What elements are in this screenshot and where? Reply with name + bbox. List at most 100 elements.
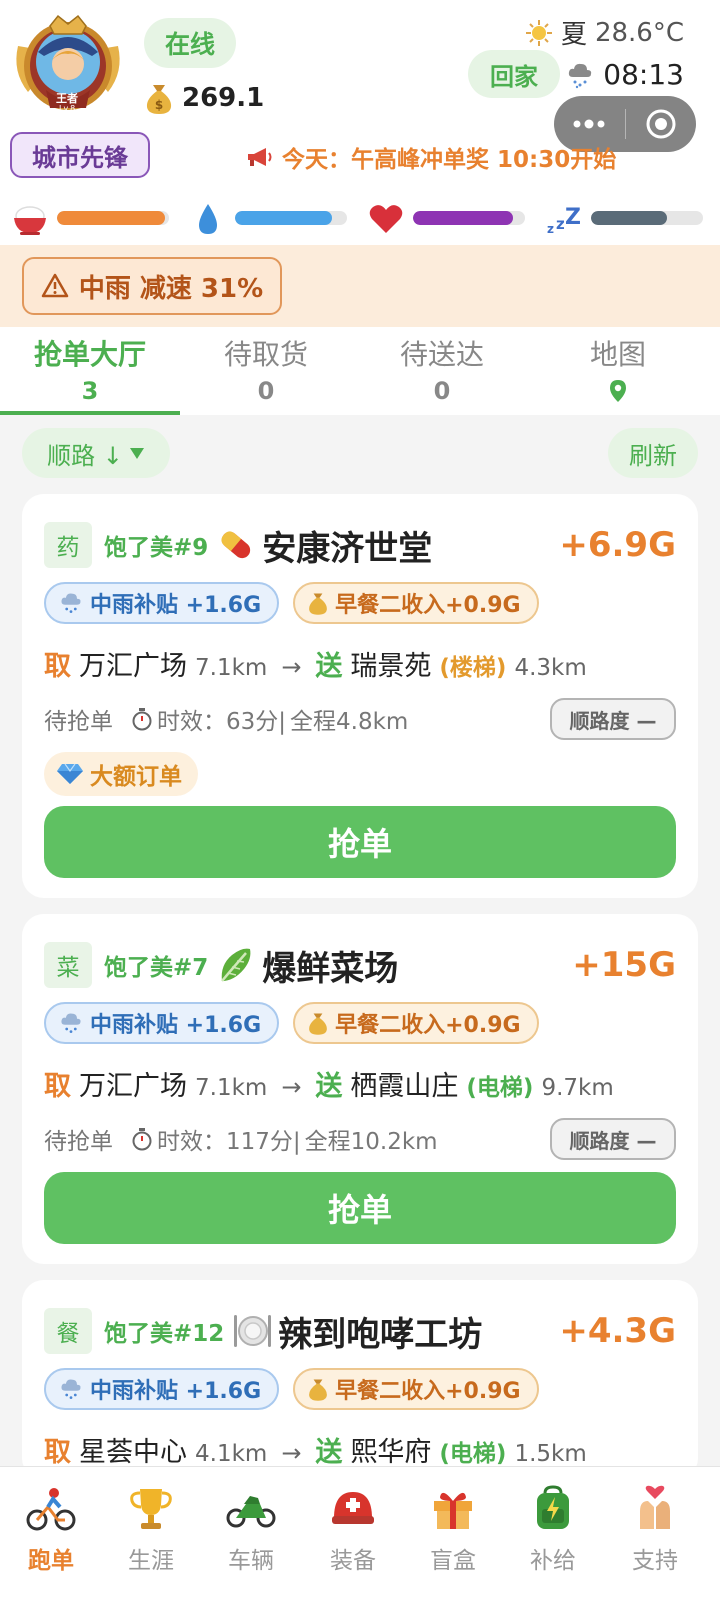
grab-order-button[interactable]: 抢单: [44, 806, 676, 878]
order-header: 菜 饱了美#7 爆鲜菜场 +15G: [44, 940, 676, 990]
megaphone-icon: [248, 148, 272, 166]
route-arrow: →: [281, 653, 302, 681]
total-distance: 全程10.2km: [304, 1129, 438, 1155]
nav-blind-box[interactable]: 盲盒: [402, 1477, 504, 1595]
tab-pending-pickup[interactable]: 待取货 0: [176, 327, 356, 415]
order-card: 药 饱了美#9 安康济世堂 +6.9G 中雨补贴 +1.6G 早餐二收入+0.9…: [22, 494, 698, 898]
announcement-text: 今天：午高峰冲单奖 10:30开始: [282, 147, 617, 173]
nav-label: 补给: [530, 1548, 576, 1574]
order-status: 待抢单: [44, 1129, 113, 1155]
store-name: 爆鲜菜场: [262, 948, 399, 989]
backpack-icon: [528, 1483, 578, 1533]
tab-count: 0: [257, 377, 275, 405]
water-bar: [235, 211, 347, 225]
water-bar-fill: [235, 211, 333, 225]
tab-label: 待取货: [223, 338, 308, 371]
tab-pending-delivery[interactable]: 待送达 0: [352, 327, 532, 415]
rain-cloud-icon: [61, 593, 81, 613]
tab-label: 抢单大厅: [33, 338, 146, 371]
header: 王者 Lv.8 在线 $ 269.1 城市先锋 夏 28.6°C 回家 08:1…: [0, 0, 720, 245]
order-card: 餐 饱了美#12 辣到咆哮工坊 +4.3G 中雨补贴 +1.6G 早餐二收入+0…: [22, 1280, 698, 1480]
nav-label: 车辆: [228, 1548, 274, 1574]
pickup-distance: 7.1km: [195, 655, 268, 681]
rain-cloud-icon: [61, 1013, 81, 1033]
more-dots-icon: [573, 119, 605, 129]
heart-hands-icon: [630, 1483, 680, 1533]
tab-grab-hall[interactable]: 抢单大厅 3: [0, 327, 180, 415]
deliver-location: 栖霞山庄: [350, 1071, 459, 1102]
stopwatch-icon: [132, 708, 152, 731]
go-home-button[interactable]: 回家: [468, 50, 560, 98]
route-degree-badge[interactable]: 顺路度 —: [550, 1118, 676, 1160]
deliver-distance: 1.5km: [514, 1441, 587, 1467]
svg-text:z: z: [556, 215, 565, 233]
svg-text:z: z: [547, 222, 554, 236]
order-card: 菜 饱了美#7 爆鲜菜场 +15G 中雨补贴 +1.6G 早餐二收入+0.9G: [22, 914, 698, 1264]
tab-label: 待送达: [399, 338, 484, 371]
online-status-pill[interactable]: 在线: [144, 18, 236, 68]
coin-amount: 269.1: [182, 83, 265, 113]
nav-label: 装备: [330, 1548, 376, 1574]
total-distance: 全程4.8km: [290, 709, 409, 735]
route-degree-badge[interactable]: 顺路度 —: [550, 698, 676, 740]
sleep-stat: z z Z: [546, 196, 582, 242]
category-tag: 药: [44, 522, 92, 568]
nav-label: 支持: [632, 1548, 678, 1574]
category-tag: 餐: [44, 1308, 92, 1354]
pickup-label: 取: [44, 651, 71, 682]
nav-vehicle[interactable]: 车辆: [200, 1477, 302, 1595]
nav-label: 生涯: [128, 1548, 174, 1574]
rank-badge[interactable]: 城市先锋: [10, 132, 150, 178]
tab-count: 3: [81, 377, 99, 405]
avatar[interactable]: 王者 Lv.8: [12, 12, 124, 120]
tab-label: 地图: [589, 338, 646, 371]
close-miniprogram-button[interactable]: [626, 96, 697, 152]
stopwatch-icon: [132, 1128, 152, 1151]
nav-equipment[interactable]: 装备: [302, 1477, 404, 1595]
water-stat: [196, 196, 220, 242]
health-bar: [413, 211, 525, 225]
sun-icon: [525, 19, 552, 46]
pickup-location: 万汇广场: [79, 1071, 187, 1102]
income-bonus-chip: 早餐二收入+0.9G: [293, 582, 539, 624]
pickup-distance: 7.1km: [195, 1075, 268, 1101]
bonus-chips: 中雨补贴 +1.6G 早餐二收入+0.9G: [44, 1002, 539, 1044]
nav-run-orders[interactable]: 跑单: [0, 1477, 102, 1595]
nav-supply[interactable]: 补给: [502, 1477, 604, 1595]
hunger-bar-fill: [57, 211, 165, 225]
weather-summary: 夏 28.6°C: [525, 14, 684, 51]
sleep-bar-fill: [591, 211, 668, 225]
announcement-banner[interactable]: 今天：午高峰冲单奖 10:30开始: [246, 140, 616, 174]
sort-label: 顺路 ↓: [47, 441, 123, 470]
grab-order-button[interactable]: 抢单: [44, 1172, 676, 1244]
refresh-button[interactable]: 刷新: [608, 428, 698, 478]
health-bar-fill: [413, 211, 513, 225]
time-limit-text: 时效：117分|: [157, 1129, 301, 1155]
rain-subsidy-chip: 中雨补贴 +1.6G: [44, 1002, 280, 1044]
order-price: +15G: [572, 945, 676, 985]
sort-dropdown[interactable]: 顺路 ↓: [22, 428, 170, 478]
order-meta: 待抢单 时效：63分| 全程4.8km: [44, 702, 408, 736]
pickup-distance: 4.1km: [195, 1441, 268, 1467]
temperature: 28.6°C: [594, 17, 684, 48]
nav-support[interactable]: 支持: [604, 1477, 706, 1595]
lift-type: (楼梯): [439, 655, 507, 681]
shop-name: 饱了美#7: [104, 955, 209, 981]
nav-career[interactable]: 生涯: [100, 1477, 202, 1595]
weather-alert-badge: 中雨 减速 31%: [22, 257, 282, 315]
money-bag-icon: $: [146, 85, 172, 114]
tab-map[interactable]: 地图: [528, 327, 708, 415]
sleep-bar: [591, 211, 703, 225]
avatar-level: Lv.8: [59, 104, 76, 113]
weather-alert-strip: 中雨 减速 31%: [0, 245, 720, 327]
pickup-label: 取: [44, 1071, 71, 1102]
rain-subsidy-chip: 中雨补贴 +1.6G: [44, 582, 280, 624]
route-info: 取 万汇广场 7.1km → 送 栖霞山庄 (电梯) 9.7km: [44, 1064, 614, 1103]
pickup-label: 取: [44, 1437, 71, 1468]
order-price: +4.3G: [559, 1311, 676, 1351]
cyclist-icon: [26, 1483, 76, 1533]
chip-text: 早餐二收入+0.9G: [335, 1379, 521, 1404]
target-close-icon: [646, 109, 676, 139]
map-pin-icon: [610, 380, 626, 402]
chip-text: 中雨补贴 +1.6G: [90, 593, 262, 618]
